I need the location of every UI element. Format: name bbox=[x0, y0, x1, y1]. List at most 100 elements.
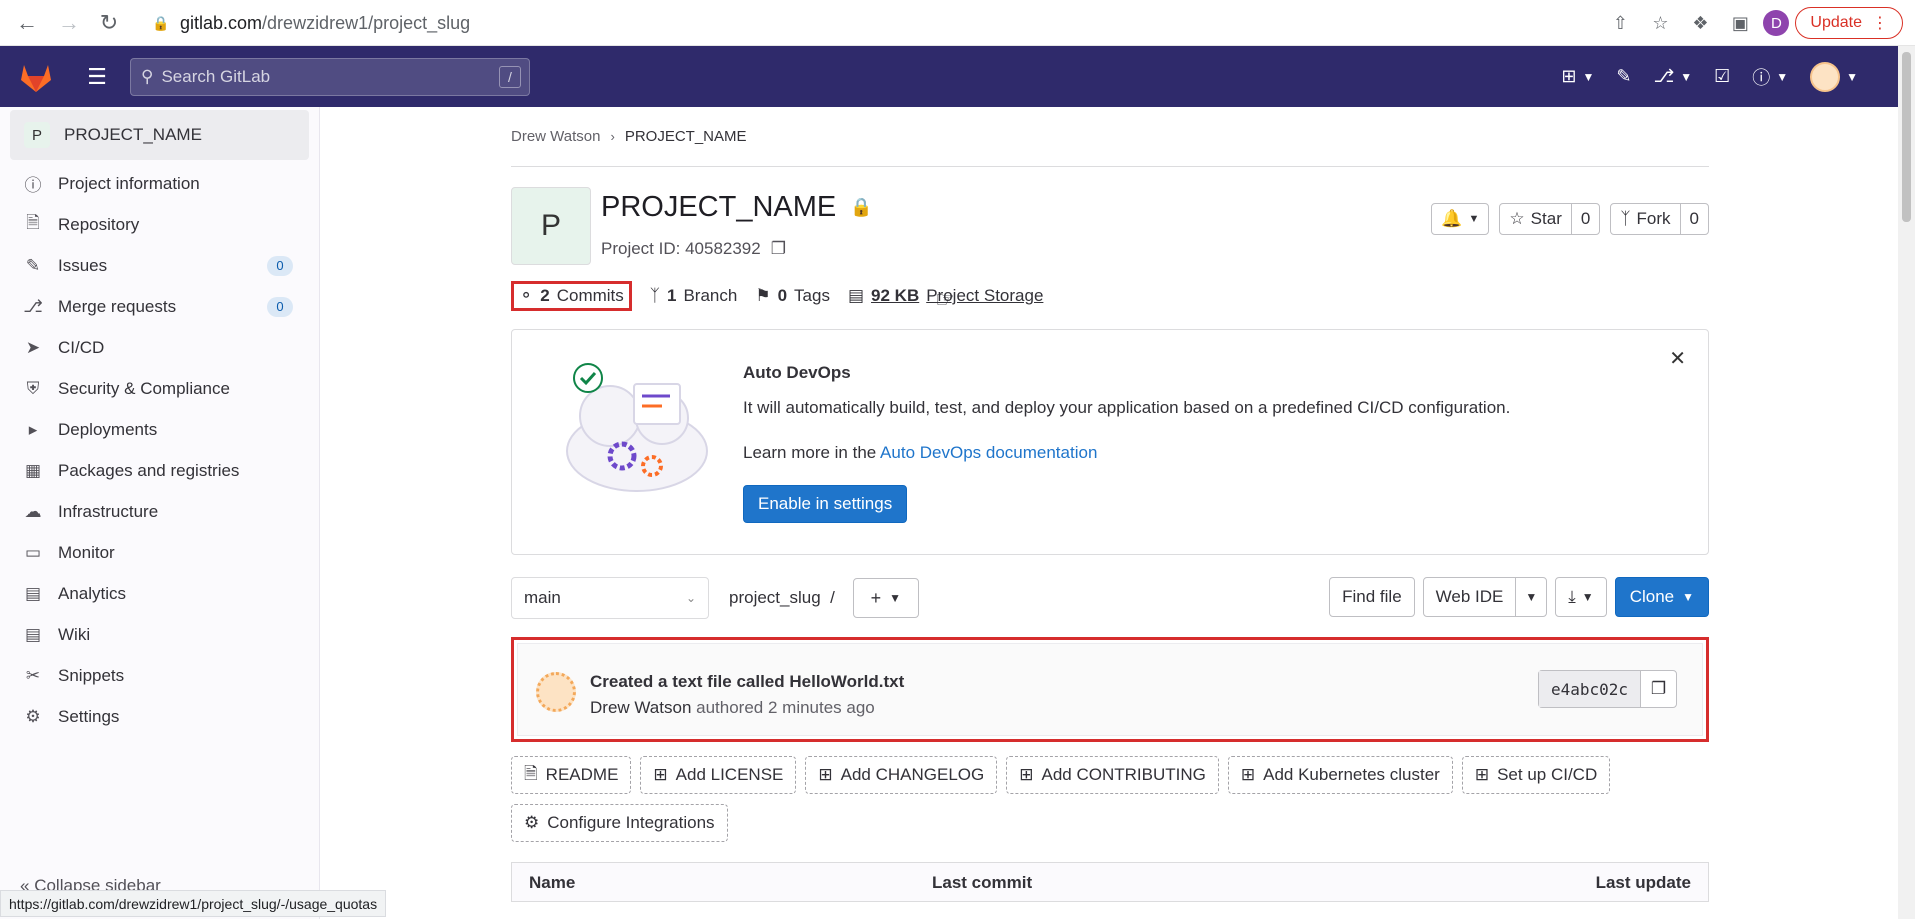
profile-avatar[interactable]: D bbox=[1763, 10, 1790, 36]
storage-icon: ▤ bbox=[847, 286, 865, 305]
sidebar-item-label: Monitor bbox=[58, 542, 115, 562]
close-icon[interactable]: ✕ bbox=[1669, 346, 1686, 371]
copy-icon[interactable]: ❐ bbox=[771, 239, 786, 259]
sidebar-item-merge-requests[interactable]: ⎇ Merge requests 0 bbox=[0, 286, 319, 327]
col-last-commit: Last commit bbox=[932, 873, 1033, 892]
lock-icon: 🔒 bbox=[850, 197, 873, 217]
page-scrollbar[interactable] bbox=[1898, 46, 1915, 919]
sidebar-item-monitor[interactable]: ▭ Monitor bbox=[0, 532, 319, 573]
sidebar-item-ci-cd[interactable]: ➤ CI/CD bbox=[0, 327, 319, 368]
commit-author-avatar[interactable] bbox=[536, 672, 576, 712]
create-new-button[interactable]: ⊞ ▼ bbox=[1561, 66, 1594, 87]
user-menu-button[interactable]: ▼ bbox=[1810, 61, 1858, 92]
project-avatar-large: P bbox=[511, 187, 591, 265]
commit-title[interactable]: Created a text file called HelloWorld.tx… bbox=[590, 672, 904, 692]
quick-action-add-license[interactable]: ⊞ Add LICENSE bbox=[640, 756, 797, 794]
sidebar-item-label: Packages and registries bbox=[58, 460, 240, 480]
plus-square-icon: ⊞ bbox=[818, 765, 833, 784]
plus-square-icon: ⊞ bbox=[1474, 765, 1490, 784]
share-icon[interactable]: ⇧ bbox=[1603, 6, 1637, 40]
sidebar-item-packages-and-registries[interactable]: ▦ Packages and registries bbox=[0, 450, 319, 491]
extensions-icon[interactable]: ❖ bbox=[1683, 6, 1717, 40]
devops-illustration-icon bbox=[566, 363, 708, 492]
back-icon[interactable]: ← bbox=[12, 8, 42, 38]
lock-icon: 🔒 bbox=[152, 14, 170, 31]
count-badge: 0 bbox=[267, 255, 293, 276]
col-name: Name bbox=[529, 873, 576, 892]
notification-button[interactable]: 🔔 ▼ bbox=[1431, 203, 1490, 235]
sidebar-item-project-information[interactable]: ⓘ Project information bbox=[0, 163, 319, 204]
sidebar-item-issues[interactable]: ✎ Issues 0 bbox=[0, 245, 319, 286]
breadcrumb-parent[interactable]: Drew Watson bbox=[511, 128, 600, 145]
forward-icon[interactable]: → bbox=[54, 8, 84, 38]
star-count[interactable]: 0 bbox=[1570, 204, 1599, 234]
help-nav-button[interactable]: ⓘ ▼ bbox=[1752, 64, 1788, 90]
branch-selector[interactable]: main ⌄ bbox=[511, 577, 709, 619]
sidebar-project-header[interactable]: P PROJECT_NAME bbox=[10, 110, 309, 160]
sidebar-item-wiki[interactable]: ▤ Wiki bbox=[0, 614, 319, 655]
commit-sha-text[interactable]: e4abc02c bbox=[1538, 671, 1640, 707]
main-content: Drew Watson › PROJECT_NAME P PROJECT_NAM… bbox=[511, 107, 1709, 902]
star-button[interactable]: ☆ Star 0 bbox=[1499, 203, 1601, 235]
fork-count[interactable]: 0 bbox=[1679, 204, 1708, 234]
fork-icon: ᛉ bbox=[1620, 209, 1631, 228]
find-file-button[interactable]: Find file bbox=[1329, 577, 1415, 617]
add-to-tree-button[interactable]: + ▼ bbox=[852, 578, 919, 618]
sidebar-item-label: Settings bbox=[58, 706, 120, 726]
chevron-down-icon: ▼ bbox=[1846, 69, 1858, 84]
bookmark-star-icon[interactable]: ☆ bbox=[1643, 6, 1677, 40]
issues-nav-button[interactable]: ✎ bbox=[1616, 66, 1631, 87]
fork-button[interactable]: ᛉ Fork 0 bbox=[1610, 203, 1709, 235]
quick-action-configure-integrations[interactable]: ⚙ Configure Integrations bbox=[511, 804, 728, 842]
repo-path[interactable]: project_slug / bbox=[729, 588, 835, 608]
clone-button[interactable]: Clone ▼ bbox=[1614, 577, 1709, 617]
enable-in-settings-button[interactable]: Enable in settings bbox=[743, 485, 908, 523]
devops-title: Auto DevOps bbox=[743, 363, 851, 382]
sidebar-item-repository[interactable]: 🗎 Repository bbox=[0, 204, 319, 245]
sidebar-item-settings[interactable]: ⚙ Settings bbox=[0, 696, 319, 737]
sidebar-project-name: PROJECT_NAME bbox=[64, 125, 202, 144]
shield-icon: ⛨ bbox=[26, 378, 40, 398]
bell-icon: 🔔 bbox=[1441, 209, 1463, 228]
update-button[interactable]: Update ⋮ bbox=[1795, 7, 1903, 39]
todos-nav-button[interactable]: ☑ bbox=[1714, 66, 1730, 87]
sidebar-item-security-compliance[interactable]: ⛨ Security & Compliance bbox=[0, 368, 319, 409]
search-input[interactable]: ⚲ Search GitLab / bbox=[130, 57, 530, 96]
sidebar-item-deployments[interactable]: ▸ Deployments bbox=[0, 409, 319, 450]
chevron-down-icon: ▼ bbox=[1680, 69, 1693, 84]
quick-action-add-changelog[interactable]: ⊞ Add CHANGELOG bbox=[805, 756, 998, 794]
quick-action-set-up-ci-cd[interactable]: ⊞ Set up CI/CD bbox=[1461, 756, 1611, 794]
scrollbar-thumb[interactable] bbox=[1902, 52, 1911, 222]
issues-icon: ✎ bbox=[1616, 66, 1632, 86]
devops-docs-link[interactable]: Auto DevOps documentation bbox=[880, 443, 1097, 462]
commit-author[interactable]: Drew Watson bbox=[590, 698, 691, 717]
address-bar[interactable]: 🔒 gitlab.com/drewzidrew1/project_slug bbox=[140, 6, 1600, 40]
web-ide-button[interactable]: Web IDE ▼ bbox=[1422, 577, 1548, 617]
web-ide-dropdown[interactable]: ▼ bbox=[1515, 578, 1546, 616]
plus-square-icon: ⊞ bbox=[1240, 765, 1256, 784]
project-stats: ⚬ 2 Commits ᛉ 1 Branch ⚑ 0 Tags ▤ 92 KB Project … bbox=[511, 281, 1709, 311]
gitlab-logo-icon[interactable] bbox=[16, 57, 56, 97]
quick-action-readme[interactable]: 🗎 README bbox=[511, 756, 632, 794]
sidepanel-icon[interactable]: ▣ bbox=[1723, 6, 1757, 40]
quick-action-add-kubernetes-cluster[interactable]: ⊞ Add Kubernetes cluster bbox=[1227, 756, 1453, 794]
sidebar-item-infrastructure[interactable]: ☁ Infrastructure bbox=[0, 491, 319, 532]
sidebar-item-snippets[interactable]: ✂ Snippets bbox=[0, 655, 319, 696]
quick-action-add-contributing[interactable]: ⊞ Add CONTRIBUTING bbox=[1006, 756, 1219, 794]
monitor-icon: ▭ bbox=[24, 542, 42, 562]
menu-icon[interactable]: ☰ bbox=[82, 64, 112, 90]
merge-requests-nav-button[interactable]: ⎇ ▼ bbox=[1653, 66, 1692, 87]
issues-icon: ✎ bbox=[25, 255, 41, 275]
tags-link[interactable]: ⚑ 0 Tags bbox=[755, 286, 830, 306]
sidebar-item-analytics[interactable]: ▤ Analytics bbox=[0, 573, 319, 614]
commits-link[interactable]: ⚬ 2 Commits bbox=[511, 281, 632, 311]
devops-learn-more: Learn more in the Auto DevOps documentat… bbox=[743, 443, 1098, 462]
reload-icon[interactable]: ↻ bbox=[94, 8, 124, 38]
devops-description: It will automatically build, test, and d… bbox=[743, 398, 1511, 417]
copy-icon[interactable]: ❐ bbox=[1640, 671, 1676, 707]
breadcrumb-current[interactable]: PROJECT_NAME bbox=[625, 128, 747, 145]
download-button[interactable]: ⤓ ▼ bbox=[1555, 577, 1607, 617]
sidebar-item-label: Repository bbox=[58, 214, 140, 234]
deploy-icon: ▸ bbox=[28, 419, 38, 439]
branches-link[interactable]: ᛉ 1 Branch bbox=[650, 286, 738, 306]
